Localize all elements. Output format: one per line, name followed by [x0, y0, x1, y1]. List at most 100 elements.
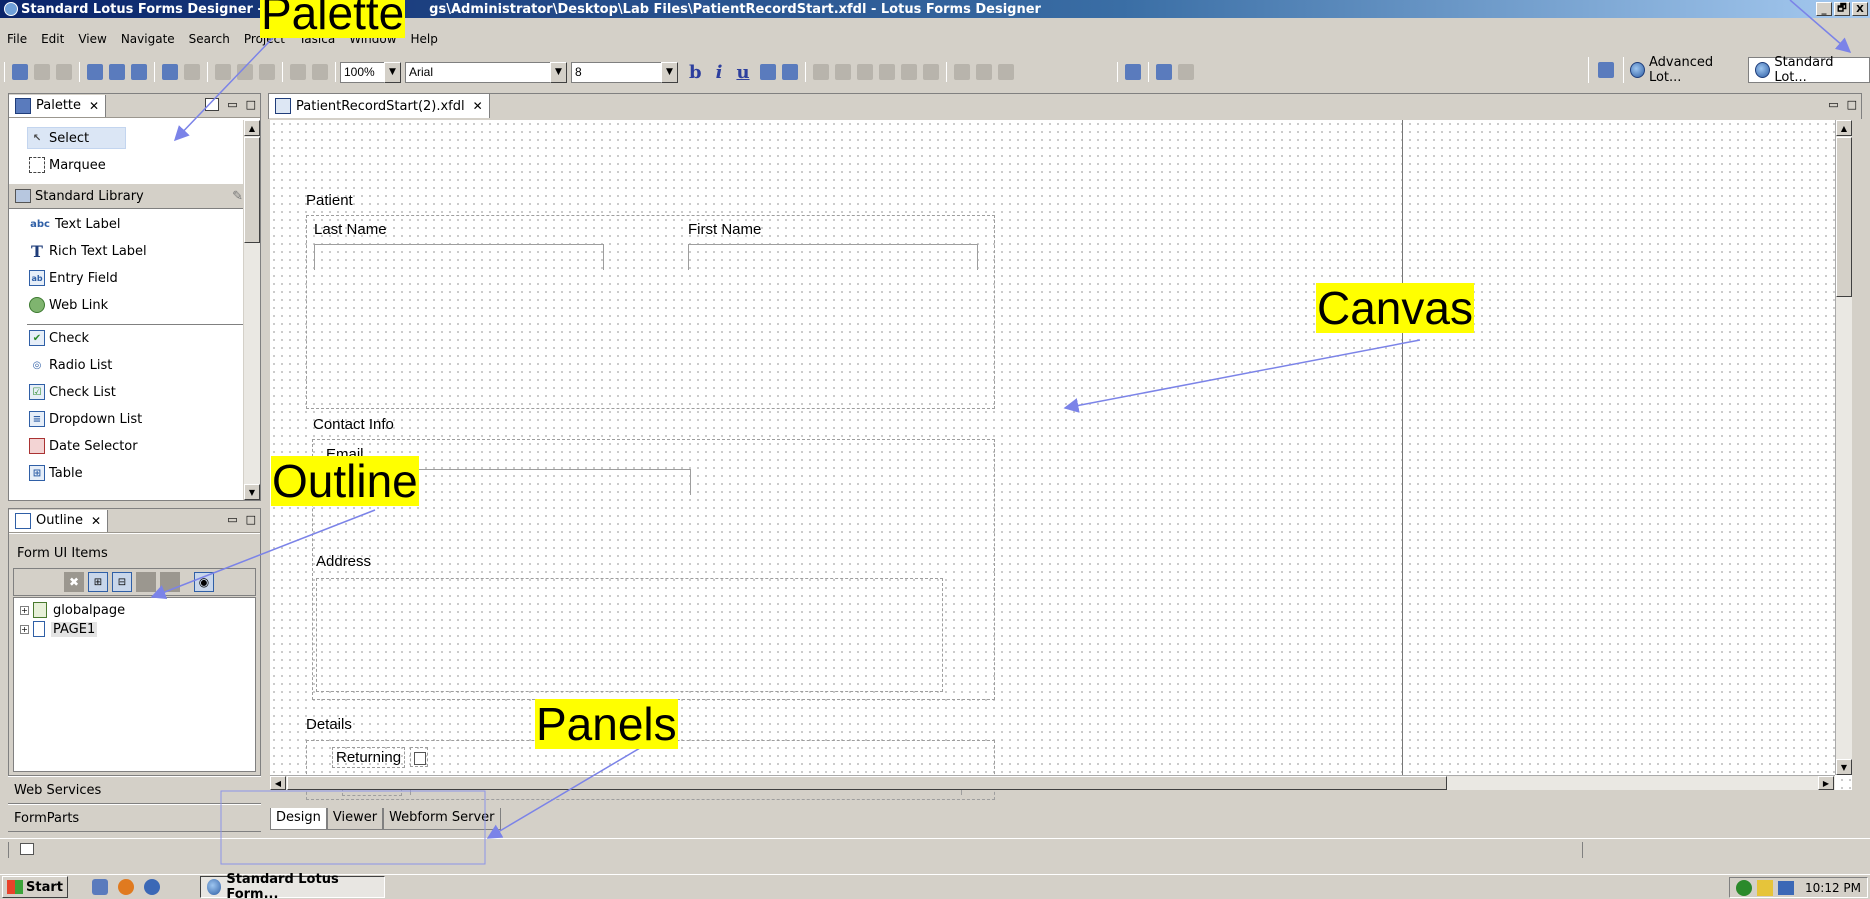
formparts-section[interactable]: FormParts [8, 804, 261, 832]
page-alt-icon[interactable] [184, 64, 200, 80]
palette-item-text-label[interactable]: abc Text Label [29, 216, 120, 232]
back-arrow-icon[interactable] [1155, 64, 1172, 80]
border-icon[interactable] [759, 64, 776, 80]
close-icon[interactable]: ✕ [91, 514, 101, 528]
scroll-thumb[interactable] [287, 776, 1447, 790]
tab-design[interactable]: Design [270, 808, 327, 830]
form-icon[interactable] [87, 64, 103, 80]
save-icon[interactable] [34, 64, 50, 80]
fast-view-icon[interactable] [20, 843, 34, 855]
start-button[interactable]: Start [2, 876, 68, 898]
close-icon[interactable]: ✕ [473, 99, 483, 113]
bold-button[interactable]: b [689, 62, 702, 83]
canvas-horizontal-scrollbar[interactable]: ◀ ▶ [270, 775, 1835, 790]
eye-icon[interactable]: ◉ [194, 572, 214, 592]
copy-icon[interactable] [237, 64, 253, 80]
menu-file[interactable]: File [0, 32, 34, 46]
tree-item-globalpage[interactable]: + globalpage [20, 602, 125, 618]
scroll-up-button[interactable]: ▲ [244, 120, 260, 136]
italic-button[interactable]: i [716, 62, 723, 83]
minimize-icon[interactable]: ▭ [227, 98, 237, 111]
palette-menu-icon[interactable] [205, 98, 220, 111]
minimize-icon[interactable]: ▭ [227, 513, 237, 526]
perspective-standard[interactable]: Standard Lot... [1748, 55, 1870, 85]
scroll-thumb[interactable] [244, 137, 260, 243]
palette-item-check[interactable]: ✔ Check [29, 330, 89, 346]
perspective-advanced[interactable]: Advanced Lot... [1623, 55, 1748, 85]
expand-icon[interactable]: + [20, 605, 29, 615]
align-top-icon[interactable] [878, 64, 895, 80]
page-icon[interactable] [162, 64, 178, 80]
align-middle-icon[interactable] [900, 64, 917, 80]
scroll-right-button[interactable]: ▶ [1818, 776, 1834, 790]
returning-checkbox[interactable] [414, 752, 426, 765]
editor-tab[interactable]: PatientRecordStart(2).xfdl ✕ [269, 94, 490, 118]
scroll-down-button[interactable]: ▼ [1836, 759, 1852, 775]
canvas-vertical-scrollbar[interactable]: ▲ ▼ [1835, 120, 1852, 775]
maximize-icon[interactable]: □ [246, 98, 256, 111]
scroll-down-button[interactable]: ▼ [244, 484, 260, 500]
redo-icon[interactable] [312, 64, 328, 80]
select-tool[interactable]: ↖ Select [29, 130, 89, 146]
arrange-icon[interactable] [997, 64, 1014, 80]
maximize-icon[interactable]: □ [246, 513, 256, 526]
print-icon[interactable] [56, 64, 72, 80]
font-combo[interactable]: Arial [405, 61, 550, 83]
close-button[interactable]: X [1852, 2, 1868, 16]
first-name-field[interactable] [688, 244, 978, 270]
size-icon[interactable] [975, 64, 992, 80]
close-icon[interactable]: ✕ [89, 99, 99, 113]
last-name-field[interactable] [314, 244, 604, 270]
menu-edit[interactable]: Edit [34, 32, 71, 46]
palette-scrollbar[interactable]: ▲ ▼ [243, 120, 260, 500]
tray-app-icon[interactable] [1736, 879, 1752, 896]
design-canvas[interactable]: Patient Last Name First Name Contact Inf… [270, 120, 1852, 800]
quick-launch-globe-icon[interactable] [143, 879, 160, 895]
font-size-dropdown-button[interactable]: ▼ [661, 61, 678, 83]
web-services-section[interactable]: Web Services [8, 776, 261, 804]
align-right-icon[interactable] [856, 64, 873, 80]
quick-launch-icon[interactable] [91, 879, 108, 895]
menu-search[interactable]: Search [182, 32, 237, 46]
task-button-forms-designer[interactable]: Standard Lotus Form... [199, 872, 385, 899]
minimize-button[interactable]: _ [1816, 2, 1832, 16]
tray-vm-icon[interactable] [1778, 880, 1794, 895]
font-dropdown-button[interactable]: ▼ [550, 61, 567, 83]
standard-library-drawer[interactable]: Standard Library ✎ [9, 183, 249, 209]
palette-item-table[interactable]: ⊞ Table [29, 465, 83, 481]
cut-icon[interactable] [215, 64, 231, 80]
menu-help[interactable]: Help [404, 32, 445, 46]
palette-item-check-list[interactable]: ☑ Check List [29, 384, 116, 400]
forward-arrow-icon[interactable] [1177, 64, 1194, 80]
zoom-combo[interactable]: 100% [340, 61, 384, 83]
distribute-icon[interactable] [953, 64, 970, 80]
font-color-icon[interactable] [781, 64, 798, 80]
palette-item-web-link[interactable]: Web Link [29, 297, 108, 313]
filter-icon[interactable] [160, 572, 180, 592]
scroll-up-button[interactable]: ▲ [1836, 120, 1852, 136]
underline-button[interactable]: u [736, 62, 749, 83]
palette-tab[interactable]: Palette ✕ [9, 94, 107, 117]
palette-item-rich-text-label[interactable]: T Rich Text Label [29, 242, 147, 261]
palette-item-dropdown-list[interactable]: ≡ Dropdown List [29, 411, 142, 427]
firefox-icon[interactable] [117, 879, 134, 895]
maximize-icon[interactable]: □ [1847, 98, 1857, 111]
globe-icon[interactable] [131, 64, 147, 80]
palette-item-date-selector[interactable]: Date Selector [29, 438, 138, 454]
tab-viewer[interactable]: Viewer [326, 808, 384, 830]
form-alt-icon[interactable] [109, 64, 125, 80]
collapse-all-icon[interactable]: ⊟ [112, 572, 132, 592]
expand-icon[interactable]: + [20, 624, 29, 634]
align-left-icon[interactable] [812, 64, 829, 80]
tree-item-page1[interactable]: + PAGE1 [20, 621, 98, 637]
palette-item-entry-field[interactable]: ab Entry Field [29, 270, 118, 286]
address-field[interactable] [316, 578, 943, 692]
menu-view[interactable]: View [71, 32, 113, 46]
scroll-thumb[interactable] [1836, 137, 1852, 297]
zoom-dropdown-button[interactable]: ▼ [384, 61, 401, 83]
script-icon[interactable] [1124, 64, 1141, 80]
sort-icon[interactable] [136, 572, 156, 592]
expand-all-icon[interactable]: ⊞ [88, 572, 108, 592]
palette-item-radio-list[interactable]: ◎ Radio List [29, 357, 113, 373]
tab-webform-server[interactable]: Webform Server [383, 808, 501, 830]
